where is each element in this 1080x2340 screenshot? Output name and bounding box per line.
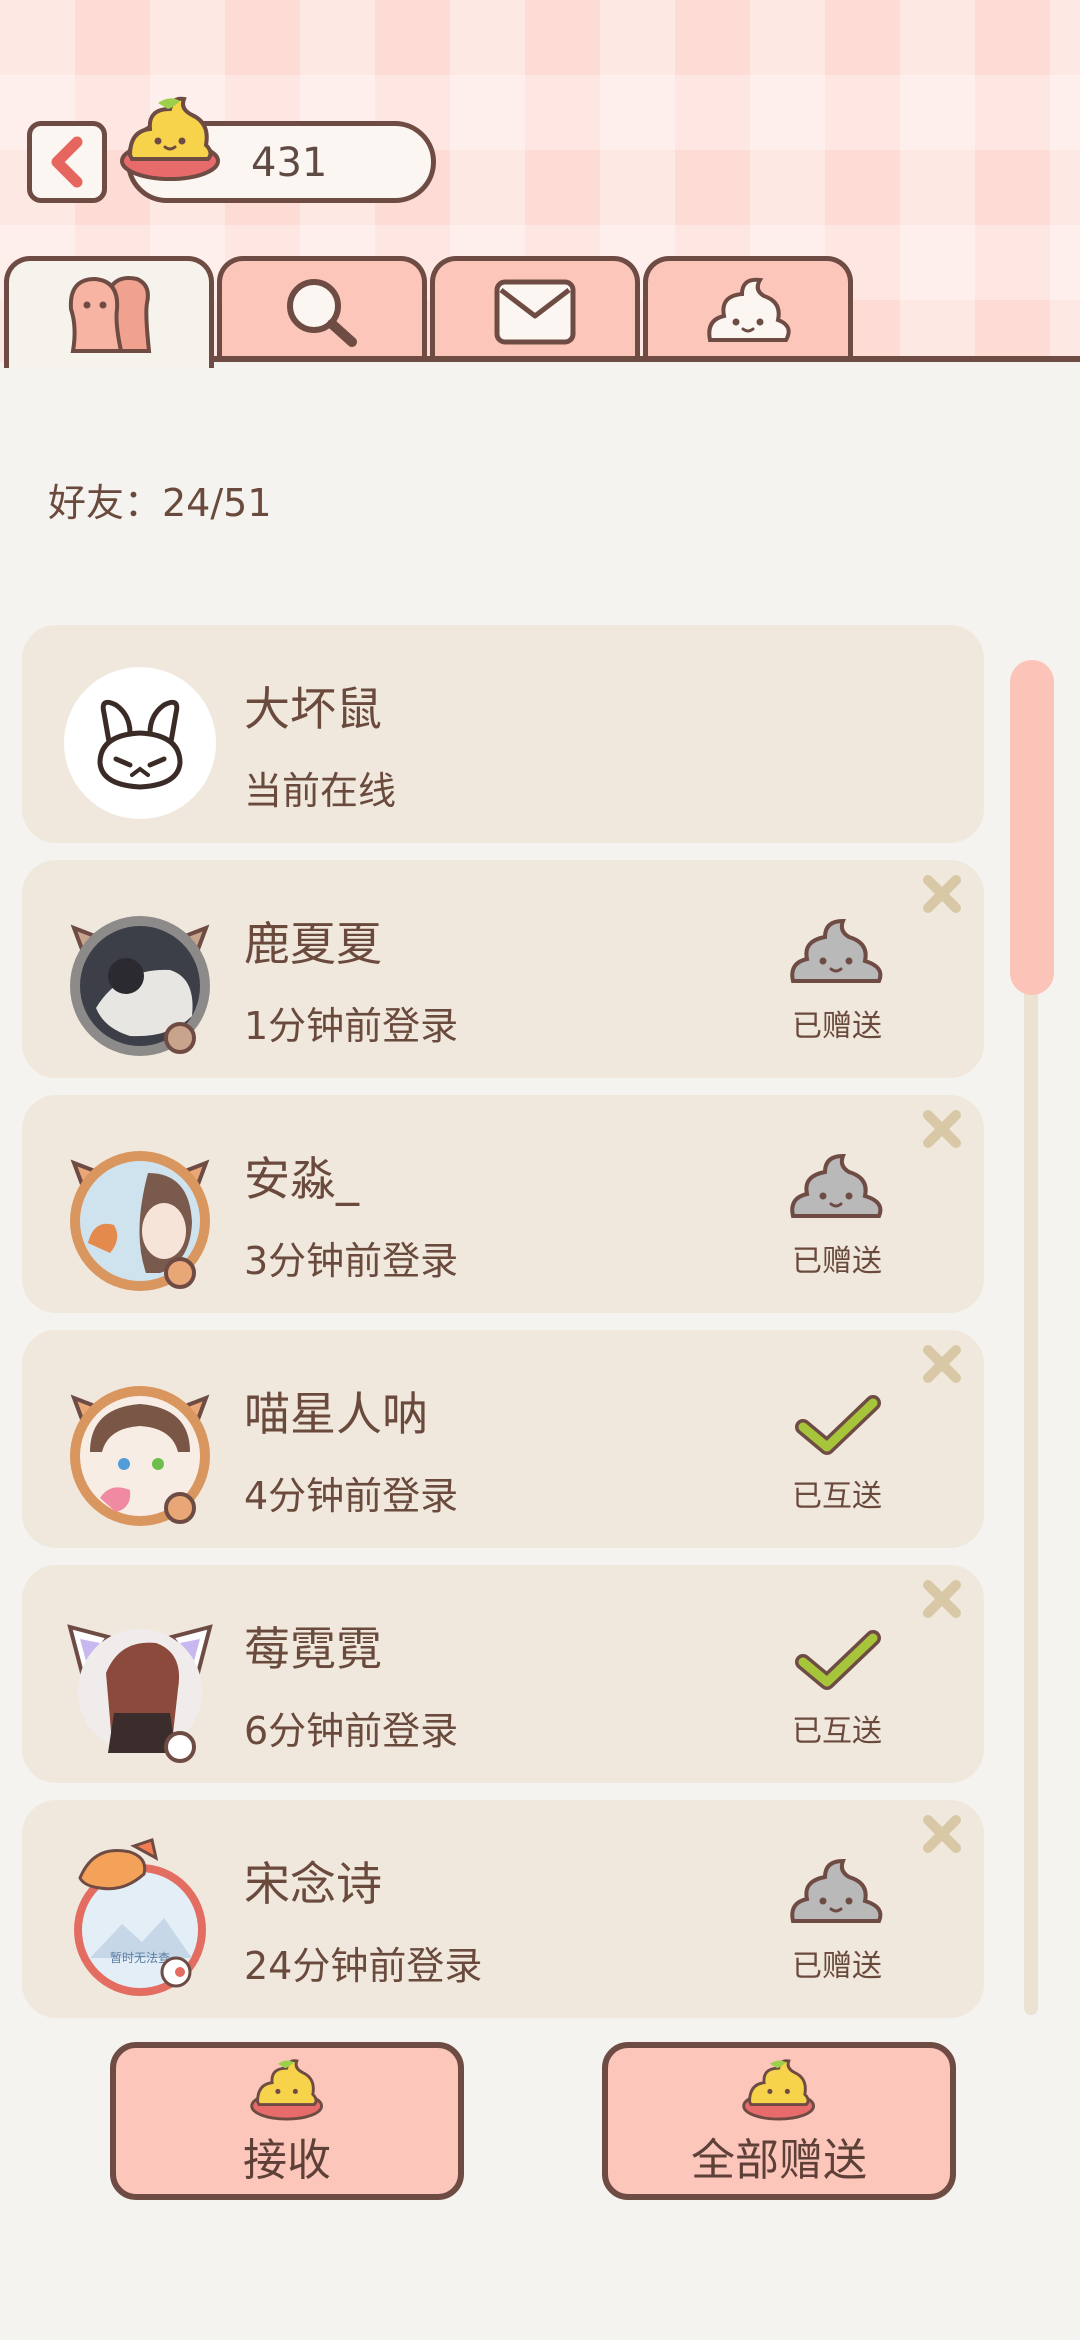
search-icon bbox=[287, 278, 357, 347]
gift-status-label: 已赠送 bbox=[792, 1244, 882, 1279]
poop-coin-icon bbox=[120, 96, 220, 181]
friend-card[interactable]: 安淼_ 3分钟前登录 已赠送 bbox=[22, 1095, 984, 1313]
avatar bbox=[70, 1386, 210, 1526]
poop-coin-icon bbox=[742, 2059, 816, 2121]
mail-icon bbox=[494, 279, 576, 344]
tab-strip-border bbox=[210, 356, 1080, 362]
friend-status: 1分钟前登录 bbox=[244, 1004, 459, 1048]
remove-friend-icon[interactable] bbox=[920, 1812, 964, 1856]
friend-name: 安淼_ bbox=[244, 1152, 359, 1206]
friend-card[interactable]: 大坏鼠 当前在线 bbox=[22, 625, 984, 843]
friend-status: 6分钟前登录 bbox=[244, 1709, 459, 1753]
remove-friend-icon[interactable] bbox=[920, 1107, 964, 1151]
check-icon bbox=[795, 1395, 881, 1455]
receive-label: 接收 bbox=[243, 2135, 331, 2186]
gray-poop-icon bbox=[790, 1153, 883, 1218]
poop-mascot-icon bbox=[707, 277, 791, 342]
friend-name: 宋念诗 bbox=[244, 1857, 382, 1911]
gift-status: 已赠送 bbox=[782, 1150, 892, 1280]
friend-status: 3分钟前登录 bbox=[244, 1239, 459, 1283]
friend-status: 24分钟前登录 bbox=[244, 1944, 483, 1988]
check-icon bbox=[795, 1630, 881, 1690]
friend-name: 喵星人呐 bbox=[244, 1387, 428, 1441]
friend-status: 当前在线 bbox=[244, 769, 397, 813]
remove-friend-icon[interactable] bbox=[920, 872, 964, 916]
scrollbar-thumb[interactable] bbox=[1010, 660, 1054, 995]
avatar bbox=[64, 667, 216, 819]
tab-mail[interactable] bbox=[430, 256, 640, 362]
friend-card[interactable]: 莓霓霓 6分钟前登录 已互送 bbox=[22, 1565, 984, 1783]
send-all-label: 全部赠送 bbox=[691, 2135, 867, 2186]
avatar bbox=[70, 916, 210, 1056]
send-all-button[interactable]: 全部赠送 bbox=[602, 2042, 956, 2200]
friend-name: 鹿夏夏 bbox=[244, 917, 382, 971]
gift-status-label: 已赠送 bbox=[792, 1949, 882, 1984]
back-button[interactable] bbox=[27, 121, 107, 203]
tab-poop[interactable] bbox=[643, 256, 853, 362]
gift-status: 已赠送 bbox=[782, 1855, 892, 1985]
receive-button[interactable]: 接收 bbox=[110, 2042, 464, 2200]
gift-status-label: 已互送 bbox=[792, 1479, 882, 1514]
gift-status: 已互送 bbox=[782, 1385, 892, 1515]
friends-icon bbox=[68, 275, 152, 353]
avatar bbox=[67, 1624, 213, 1763]
poop-coin-icon bbox=[250, 2059, 323, 2121]
gray-poop-icon bbox=[790, 918, 883, 983]
gray-poop-icon bbox=[790, 1858, 883, 1923]
friend-card[interactable]: 鹿夏夏 1分钟前登录 已赠送 bbox=[22, 860, 984, 1078]
friend-status: 4分钟前登录 bbox=[244, 1474, 459, 1518]
avatar-overlay-text: 暂时无法查 bbox=[110, 1951, 170, 1965]
friend-card[interactable]: 喵星人呐 4分钟前登录 已互送 bbox=[22, 1330, 984, 1548]
gift-status: 已互送 bbox=[782, 1620, 892, 1750]
avatar: 暂时无法查 bbox=[74, 1838, 206, 1996]
gift-status-label: 已赠送 bbox=[792, 1009, 882, 1044]
coin-amount: 431 bbox=[251, 140, 328, 186]
tab-search[interactable] bbox=[217, 256, 427, 362]
remove-friend-icon[interactable] bbox=[920, 1577, 964, 1621]
tab-friends[interactable] bbox=[4, 256, 214, 368]
friend-count: 好友：24/51 bbox=[48, 481, 272, 525]
friend-name: 莓霓霓 bbox=[244, 1622, 382, 1676]
gift-status: 已赠送 bbox=[782, 915, 892, 1045]
gift-status-label: 已互送 bbox=[792, 1714, 882, 1749]
remove-friend-icon[interactable] bbox=[920, 1342, 964, 1386]
friend-name: 大坏鼠 bbox=[244, 682, 382, 736]
avatar bbox=[70, 1151, 210, 1291]
chevron-left-icon bbox=[51, 136, 83, 188]
friend-card[interactable]: 暂时无法查 宋念诗 24分钟前登录 已赠送 bbox=[22, 1800, 984, 2018]
